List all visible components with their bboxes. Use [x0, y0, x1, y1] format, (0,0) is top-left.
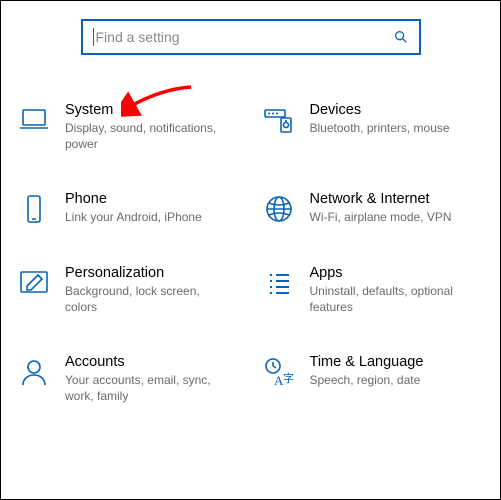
clock-lang-icon: A 字 — [262, 355, 296, 389]
tile-devices[interactable]: Devices Bluetooth, printers, mouse — [256, 99, 491, 154]
search-box[interactable] — [81, 19, 421, 55]
tile-title: Apps — [310, 264, 480, 283]
apps-icon — [262, 266, 296, 300]
devices-icon — [262, 103, 296, 137]
tile-system[interactable]: System Display, sound, notifications, po… — [11, 99, 246, 154]
tile-title: Devices — [310, 101, 450, 120]
svg-text:字: 字 — [283, 371, 294, 385]
person-icon — [17, 355, 51, 389]
tile-title: System — [65, 101, 235, 120]
settings-grid: System Display, sound, notifications, po… — [1, 63, 500, 407]
tile-desc: Speech, region, date — [310, 372, 424, 388]
tile-desc: Display, sound, notifications, power — [65, 120, 235, 152]
tile-network[interactable]: Network & Internet Wi-Fi, airplane mode,… — [256, 188, 491, 228]
tile-title: Time & Language — [310, 353, 424, 372]
tile-apps[interactable]: Apps Uninstall, defaults, optional featu… — [256, 262, 491, 317]
tile-title: Network & Internet — [310, 190, 452, 209]
tile-desc: Link your Android, iPhone — [65, 209, 202, 225]
laptop-icon — [17, 103, 51, 137]
tile-title: Personalization — [65, 264, 235, 283]
tile-desc: Background, lock screen, colors — [65, 283, 235, 315]
tile-desc: Your accounts, email, sync, work, family — [65, 372, 235, 404]
tile-desc: Uninstall, defaults, optional features — [310, 283, 480, 315]
brush-icon — [17, 266, 51, 300]
search-icon — [393, 29, 409, 45]
network-icon — [262, 192, 296, 226]
tile-title: Accounts — [65, 353, 235, 372]
tile-accounts[interactable]: Accounts Your accounts, email, sync, wor… — [11, 351, 246, 406]
tile-personalization[interactable]: Personalization Background, lock screen,… — [11, 262, 246, 317]
tile-desc: Bluetooth, printers, mouse — [310, 120, 450, 136]
phone-icon — [17, 192, 51, 226]
tile-title: Phone — [65, 190, 202, 209]
tile-time-language[interactable]: A 字 Time & Language Speech, region, date — [256, 351, 491, 406]
tile-desc: Wi-Fi, airplane mode, VPN — [310, 209, 452, 225]
tile-phone[interactable]: Phone Link your Android, iPhone — [11, 188, 246, 228]
search-input[interactable] — [96, 29, 393, 45]
text-caret — [93, 28, 94, 46]
